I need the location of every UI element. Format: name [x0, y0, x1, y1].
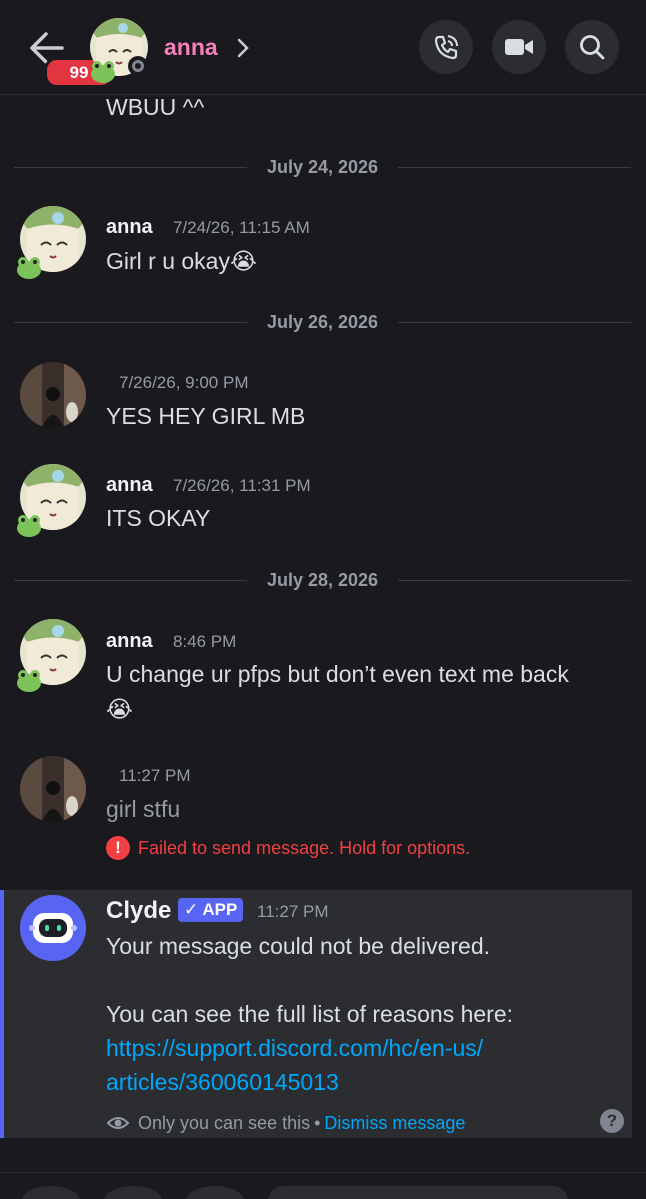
message-author[interactable]: anna	[106, 630, 153, 653]
composer-button[interactable]	[22, 1186, 80, 1199]
send-failed-notice[interactable]: ! Failed to send message. Hold for optio…	[106, 836, 470, 860]
composer-button[interactable]	[104, 1186, 162, 1199]
phone-icon	[434, 35, 458, 60]
composer-button[interactable]	[186, 1186, 244, 1199]
date-divider: July 24, 2026	[14, 157, 631, 177]
message-input[interactable]	[268, 1186, 568, 1199]
clyde-system-message: Clyde ✓ APP 11:27 PM Your message could …	[0, 890, 632, 1138]
message-text[interactable]: YES HEY GIRL MB	[106, 399, 305, 433]
dismiss-message-link[interactable]: Dismiss message	[324, 1113, 465, 1134]
ephemeral-notice: Only you can see this • Dismiss message	[106, 1111, 465, 1135]
send-failed-text: Failed to send message. Hold for options…	[138, 837, 471, 858]
message-author[interactable]: Clyde	[106, 897, 171, 925]
video-camera-icon	[505, 39, 533, 55]
message-text[interactable]: U change ur pfps but don’t even text me …	[106, 657, 569, 691]
message-text[interactable]: Girl r u okay😭	[106, 244, 257, 278]
message-text-failed[interactable]: girl stfu	[106, 792, 180, 826]
clyde-message-text: Your message could not be delivered. You…	[106, 929, 606, 1099]
status-indicator-icon	[128, 56, 148, 76]
message-timestamp: 7/26/26, 11:31 PM	[173, 476, 311, 495]
date-divider: July 28, 2026	[14, 570, 631, 590]
search-icon	[580, 35, 605, 60]
frog-decoration-icon	[17, 257, 41, 279]
message-text-partial: WBUU ^^	[106, 94, 205, 120]
highlight-bar	[0, 890, 4, 1138]
message-author[interactable]: anna	[106, 216, 153, 239]
message-author[interactable]: anna	[106, 474, 153, 497]
message-timestamp: 11:27 PM	[119, 766, 191, 785]
composer-divider	[0, 1172, 646, 1173]
avatar[interactable]	[20, 756, 86, 822]
chevron-right-icon[interactable]	[236, 36, 250, 60]
message-timestamp: 8:46 PM	[173, 632, 237, 651]
frog-decoration-icon	[17, 515, 41, 537]
search-button[interactable]	[565, 20, 619, 74]
message-timestamp: 11:27 PM	[257, 902, 329, 921]
frog-decoration-icon	[91, 61, 115, 83]
message-timestamp: 7/24/26, 11:15 AM	[173, 218, 310, 237]
dm-username[interactable]: anna	[164, 34, 218, 61]
separator: •	[314, 1112, 321, 1133]
eye-icon	[106, 1117, 130, 1129]
message-text[interactable]: ITS OKAY	[106, 501, 210, 535]
chat-header: 99 anna	[0, 0, 646, 95]
video-call-button[interactable]	[492, 20, 546, 74]
frog-decoration-icon	[17, 670, 41, 692]
support-link[interactable]: https://support.discord.com/hc/en-us/ ar…	[106, 1031, 606, 1099]
voice-call-button[interactable]	[419, 20, 473, 74]
error-icon: !	[106, 836, 130, 860]
date-divider: July 26, 2026	[14, 312, 631, 332]
message-timestamp: 7/26/26, 9:00 PM	[119, 373, 249, 392]
avatar[interactable]	[20, 362, 86, 428]
only-you-text: Only you can see this	[138, 1112, 311, 1133]
clyde-avatar[interactable]	[20, 895, 86, 961]
message-text-emoji[interactable]: 😭	[106, 692, 133, 726]
app-tag: ✓ APP	[178, 898, 244, 922]
robot-icon	[20, 895, 86, 961]
help-icon[interactable]: ?	[600, 1109, 624, 1133]
